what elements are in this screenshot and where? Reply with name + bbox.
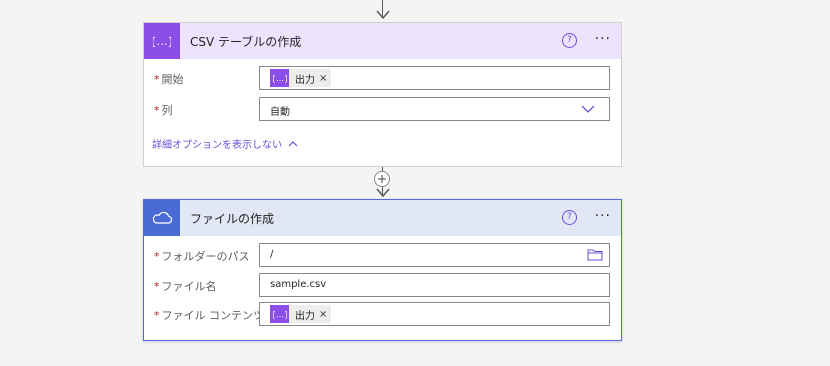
output-token[interactable]: {…} 出力 × (270, 69, 332, 87)
plus-icon (378, 175, 386, 183)
token-remove-icon[interactable]: × (319, 73, 327, 84)
folder-path-input[interactable]: / (259, 243, 610, 267)
from-field-label: * 開始 (154, 73, 184, 86)
file-name-row: * ファイル名 sample.csv (144, 273, 621, 299)
file-name-label: * ファイル名 (154, 280, 217, 293)
help-icon[interactable]: ? (562, 33, 577, 48)
token-remove-icon[interactable]: × (319, 309, 327, 320)
card-title: CSV テーブルの作成 (190, 34, 302, 49)
more-options-icon[interactable]: ··· (595, 32, 611, 46)
folder-path-label: * フォルダーのパス (154, 250, 250, 263)
add-step-button[interactable] (374, 171, 390, 187)
csv-table-action-card[interactable]: {…} CSV テーブルの作成 ? ··· *開始 {…} 出力 × *列 自動 (143, 22, 622, 167)
svg-text:{…}: {…} (273, 74, 287, 83)
svg-text:{…}: {…} (273, 310, 287, 319)
folder-path-row: * フォルダーのパス / (144, 243, 621, 269)
file-content-label: * ファイル コンテンツ (154, 309, 264, 322)
file-card-header[interactable]: ファイルの作成 ? ··· (144, 200, 621, 236)
from-field-input[interactable]: {…} 出力 × (259, 66, 610, 90)
columns-dropdown[interactable]: 自動 (259, 97, 610, 121)
create-file-action-card[interactable]: ファイルの作成 ? ··· * フォルダーのパス / * ファイル名 sample.… (143, 199, 622, 341)
columns-field-row: * 列 自動 (144, 97, 621, 123)
file-content-input[interactable]: {…} 出力 × (259, 302, 610, 326)
file-content-row: *ファイル コンテンツ {…} 出力 × (144, 302, 621, 328)
token-label: 出力 (295, 310, 315, 322)
from-field-row: *開始 {…} 出力 × (144, 66, 621, 92)
more-options-icon[interactable]: ··· (595, 209, 611, 223)
code-braces-icon: {…} (270, 305, 289, 323)
file-name-input[interactable]: sample.csv (259, 273, 610, 297)
onedrive-cloud-icon (144, 200, 180, 236)
help-icon[interactable]: ? (562, 210, 577, 225)
token-label: 出力 (295, 74, 315, 86)
hide-advanced-options-link[interactable]: 詳細オプションを表示しない (152, 136, 298, 151)
folder-icon[interactable] (587, 248, 603, 261)
middle-connector-arrow-icon (376, 188, 390, 198)
columns-value: 自動 (270, 107, 290, 118)
code-braces-icon: {…} (270, 69, 289, 87)
columns-field-label: * 列 (154, 104, 173, 117)
csv-card-header[interactable]: {…} CSV テーブルの作成 ? ··· (144, 23, 621, 59)
svg-text:{…}: {…} (153, 35, 171, 48)
card-title: ファイルの作成 (190, 211, 275, 226)
code-braces-icon: {…} (144, 23, 180, 59)
top-connector-arrow-icon (376, 10, 390, 20)
chevron-down-icon[interactable] (581, 105, 595, 114)
output-token[interactable]: {…} 出力 × (270, 305, 332, 323)
file-name-value: sample.csv (270, 279, 327, 290)
chevron-up-icon (288, 141, 298, 147)
folder-path-value: / (270, 249, 274, 260)
